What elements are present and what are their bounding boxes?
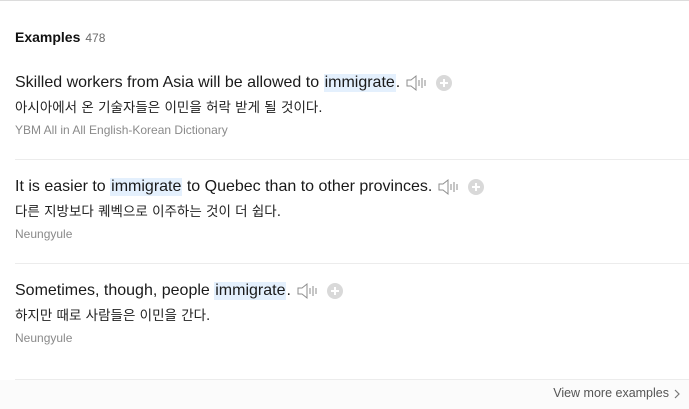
example-source[interactable]: YBM All in All English-Korean Dictionary <box>15 122 689 138</box>
example-source[interactable]: Neungyule <box>15 226 689 242</box>
example-source[interactable]: Neungyule <box>15 330 689 346</box>
sentence-text: Skilled workers from Asia will be allowe… <box>15 74 324 91</box>
example-sentence-ko: 하지만 때로 사람들은 이민을 간다. <box>15 308 211 324</box>
highlighted-word[interactable]: immigrate <box>110 178 183 196</box>
divider <box>15 263 689 264</box>
examples-title: Examples <box>15 29 81 45</box>
examples-header: Examples 478 <box>15 29 105 49</box>
add-to-wordbook-icon[interactable] <box>436 75 453 91</box>
view-more-label: View more examples <box>553 386 669 400</box>
speaker-icon[interactable] <box>438 178 462 196</box>
examples-count: 478 <box>85 31 106 45</box>
sentence-text: It is easier to <box>15 178 111 195</box>
example-sentence-ko: 다른 지방보다 퀘벡으로 이주하는 것이 더 쉽다. <box>15 204 282 220</box>
speaker-icon[interactable] <box>406 74 430 92</box>
sentence-text: Sometimes, though, people <box>15 282 215 299</box>
example-item: It is easier to immigrate to Quebec than… <box>15 175 689 242</box>
sentence-text: . <box>395 74 401 91</box>
sentence-text: to Quebec than to other provinces. <box>182 178 433 195</box>
example-sentence-en: Sometimes, though, people immigrate. <box>15 279 689 303</box>
example-item: Sometimes, though, people immigrate. 하지만… <box>15 279 689 346</box>
add-to-wordbook-icon[interactable] <box>468 179 485 195</box>
chevron-right-icon <box>673 388 681 399</box>
highlighted-word[interactable]: immigrate <box>323 74 396 92</box>
highlighted-word[interactable]: immigrate <box>214 282 287 300</box>
example-item: Skilled workers from Asia will be allowe… <box>15 71 689 138</box>
speaker-icon[interactable] <box>297 282 321 300</box>
divider <box>15 159 689 160</box>
example-sentence-en: Skilled workers from Asia will be allowe… <box>15 71 689 95</box>
example-sentence-en: It is easier to immigrate to Quebec than… <box>15 175 689 199</box>
sentence-text: . <box>286 282 291 299</box>
add-to-wordbook-icon[interactable] <box>326 283 343 299</box>
view-more-examples-link[interactable]: View more examples <box>553 386 681 400</box>
top-border <box>0 0 689 1</box>
example-sentence-ko: 아시아에서 온 기술자들은 이민을 허락 받게 될 것이다. <box>15 100 323 116</box>
